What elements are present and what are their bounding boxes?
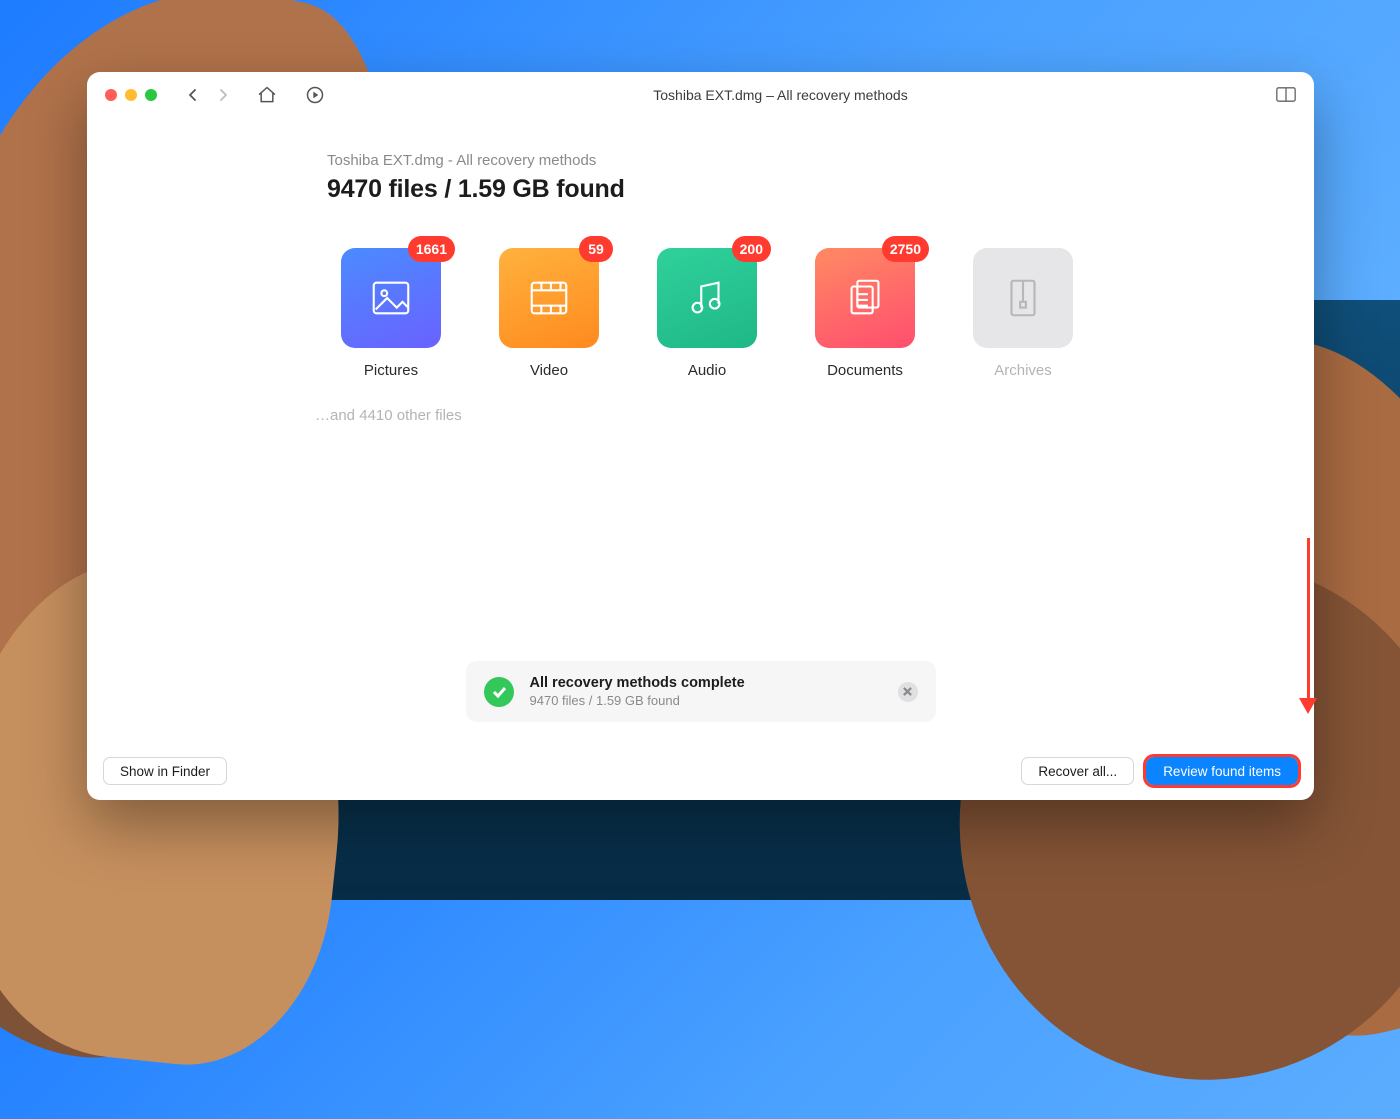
category-pictures[interactable]: 1661 Pictures (327, 248, 455, 379)
window-zoom-button[interactable] (145, 89, 157, 101)
forward-button (215, 87, 231, 103)
pictures-count-badge: 1661 (408, 236, 455, 262)
home-icon[interactable] (257, 85, 277, 105)
video-icon: 59 (499, 248, 599, 348)
sidebar-toggle-icon[interactable] (1276, 87, 1296, 103)
recovery-history-icon[interactable] (305, 85, 325, 105)
status-title: All recovery methods complete (530, 675, 745, 691)
window-close-button[interactable] (105, 89, 117, 101)
status-detail: 9470 files / 1.59 GB found (530, 693, 745, 708)
window-controls (105, 89, 157, 101)
documents-label: Documents (801, 362, 929, 379)
archives-icon (973, 248, 1073, 348)
audio-icon: 200 (657, 248, 757, 348)
category-cards: 1661 Pictures 59 Video 200 (327, 248, 1087, 379)
audio-label: Audio (643, 362, 771, 379)
window-minimize-button[interactable] (125, 89, 137, 101)
show-in-finder-button[interactable]: Show in Finder (103, 757, 227, 785)
scan-headline: 9470 files / 1.59 GB found (327, 175, 1087, 204)
check-icon (484, 677, 514, 707)
documents-icon: 2750 (815, 248, 915, 348)
category-video[interactable]: 59 Video (485, 248, 613, 379)
category-archives[interactable]: Archives (959, 248, 1087, 379)
titlebar: Toshiba EXT.dmg – All recovery methods (87, 72, 1314, 118)
footer-bar: Show in Finder Recover all... Review fou… (87, 742, 1314, 800)
review-found-items-button[interactable]: Review found items (1146, 757, 1298, 785)
recover-all-button[interactable]: Recover all... (1021, 757, 1134, 785)
pictures-icon: 1661 (341, 248, 441, 348)
category-documents[interactable]: 2750 Documents (801, 248, 929, 379)
audio-count-badge: 200 (732, 236, 771, 262)
nav-buttons (185, 87, 231, 103)
video-label: Video (485, 362, 613, 379)
toolbar-icons (257, 85, 325, 105)
app-window: Toshiba EXT.dmg – All recovery methods T… (87, 72, 1314, 800)
pictures-label: Pictures (327, 362, 455, 379)
status-close-button[interactable] (898, 682, 918, 702)
archives-label: Archives (959, 362, 1087, 379)
category-audio[interactable]: 200 Audio (643, 248, 771, 379)
documents-count-badge: 2750 (882, 236, 929, 262)
window-title: Toshiba EXT.dmg – All recovery methods (325, 87, 1236, 103)
scan-subtitle: Toshiba EXT.dmg - All recovery methods (327, 152, 1087, 169)
video-count-badge: 59 (579, 236, 613, 262)
status-banner: All recovery methods complete 9470 files… (466, 661, 936, 722)
other-files-text: …and 4410 other files (315, 407, 1087, 424)
back-button[interactable] (185, 87, 201, 103)
content-area: Toshiba EXT.dmg - All recovery methods 9… (87, 118, 1314, 800)
